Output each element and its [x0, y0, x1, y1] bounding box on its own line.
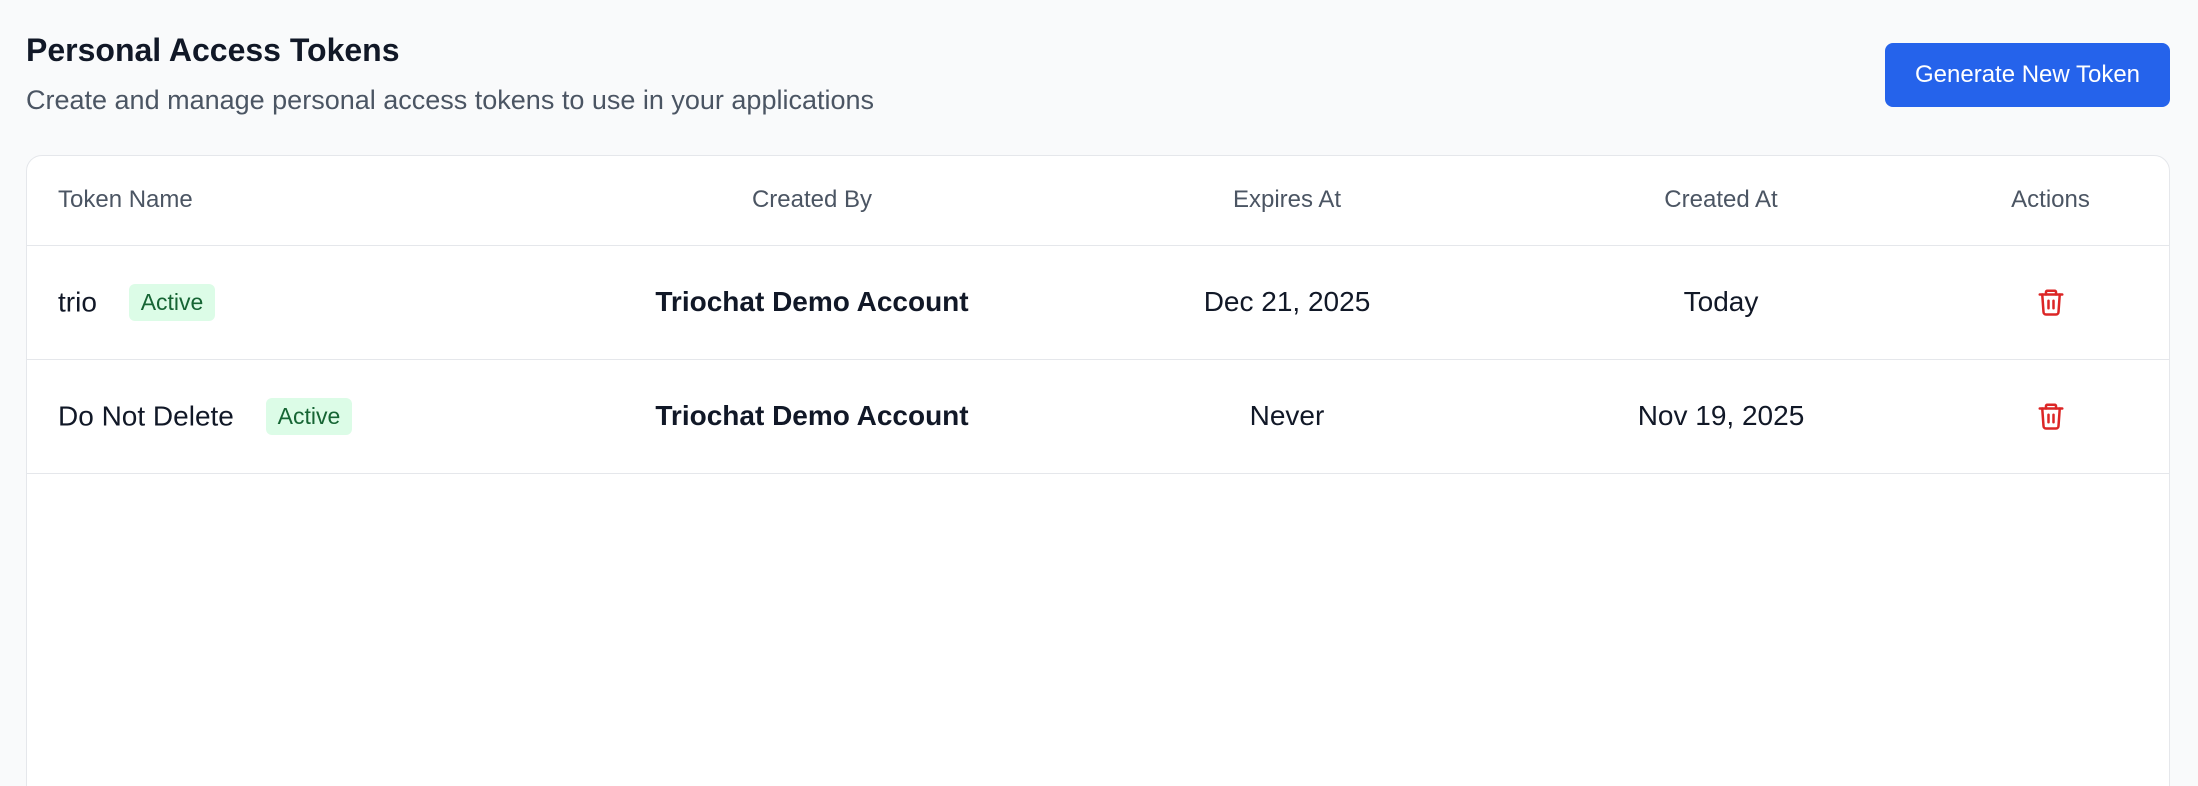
- table-row: trio Active Triochat Demo Account Dec 21…: [27, 245, 2169, 360]
- token-name-cell: trio Active: [27, 245, 562, 360]
- table-row: Do Not Delete Active Triochat Demo Accou…: [27, 359, 2169, 474]
- expires-at-cell: Dec 21, 2025: [1062, 245, 1512, 360]
- trash-icon: [2038, 403, 2063, 430]
- actions-cell: [1930, 359, 2169, 474]
- created-at-cell: Today: [1512, 245, 1930, 360]
- tokens-table: Token Name Created By Expires At Created…: [27, 156, 2169, 474]
- token-name: Do Not Delete: [58, 400, 234, 431]
- table-header-row: Token Name Created By Expires At Created…: [27, 156, 2169, 246]
- created-by-cell: Triochat Demo Account: [562, 359, 1062, 474]
- page-title: Personal Access Tokens: [26, 32, 400, 68]
- tokens-card: Token Name Created By Expires At Created…: [26, 155, 2170, 786]
- status-badge: Active: [265, 397, 353, 435]
- column-header-created-at: Created At: [1512, 156, 1930, 246]
- created-at-cell: Nov 19, 2025: [1512, 359, 1930, 474]
- generate-token-button[interactable]: Generate New Token: [1885, 43, 2170, 107]
- column-header-token-name: Token Name: [27, 156, 562, 246]
- status-badge: Active: [128, 283, 216, 321]
- token-name-cell: Do Not Delete Active: [27, 359, 562, 474]
- column-header-actions: Actions: [1930, 156, 2169, 246]
- column-header-expires-at: Expires At: [1062, 156, 1512, 246]
- page: Personal Access Tokens Create and manage…: [0, 0, 2198, 786]
- delete-token-button[interactable]: [2029, 394, 2073, 438]
- delete-token-button[interactable]: [2029, 280, 2073, 324]
- expires-at-cell: Never: [1062, 359, 1512, 474]
- page-subtitle: Create and manage personal access tokens…: [26, 85, 875, 115]
- created-by-cell: Triochat Demo Account: [562, 245, 1062, 360]
- page-header: Personal Access Tokens Create and manage…: [26, 28, 874, 118]
- token-name: trio: [58, 286, 97, 317]
- column-header-created-by: Created By: [562, 156, 1062, 246]
- trash-icon: [2038, 289, 2063, 316]
- actions-cell: [1930, 245, 2169, 360]
